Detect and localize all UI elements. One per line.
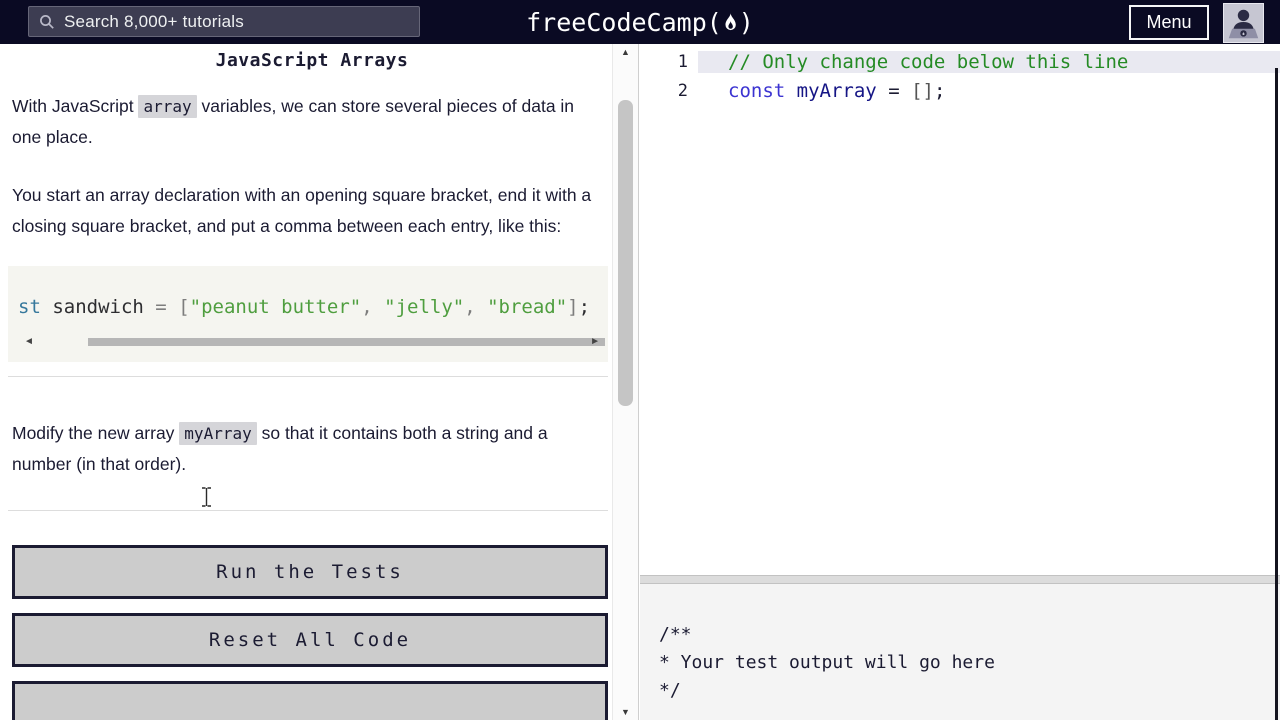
search-input[interactable]: Search 8,000+ tutorials	[28, 6, 420, 37]
flame-icon	[725, 11, 736, 30]
partially-visible-button[interactable]	[12, 681, 608, 720]
avatar[interactable]	[1223, 3, 1264, 43]
inline-code-array: array	[138, 95, 197, 118]
test-output-panel: /** * Your test output will go here */	[640, 584, 1280, 720]
search-placeholder: Search 8,000+ tutorials	[64, 11, 244, 31]
code-token: "jelly"	[384, 296, 465, 318]
lesson-content: JavaScript Arrays With JavaScript array …	[0, 44, 612, 720]
divider	[8, 510, 608, 511]
lesson-panel: JavaScript Arrays With JavaScript array …	[0, 44, 639, 720]
code-token: myArray	[796, 79, 877, 102]
menu-button[interactable]: Menu	[1129, 5, 1209, 40]
search-icon	[40, 14, 54, 29]
code-token: ,	[464, 296, 488, 318]
code-token: []	[911, 79, 934, 102]
code-token: [	[178, 296, 190, 318]
editor-line: 2 const myArray = [];	[640, 76, 1280, 105]
inline-code-myarray: myArray	[179, 422, 257, 445]
code-token: =	[888, 79, 900, 102]
code-token: "peanut butter"	[189, 296, 362, 318]
reset-code-button[interactable]: Reset All Code	[12, 613, 608, 667]
horizontal-scrollbar[interactable]: ◄ ►	[18, 336, 608, 348]
top-navbar: Search 8,000+ tutorials freeCodeCamp( ) …	[0, 0, 1280, 44]
horizontal-scrollbar-thumb[interactable]	[88, 338, 605, 346]
output-line: * Your test output will go here	[659, 652, 995, 673]
output-line: */	[659, 680, 681, 701]
editor-code-line: // Only change code below this line	[698, 50, 1280, 73]
lesson-paragraph-1: With JavaScript array variables, we can …	[12, 91, 604, 153]
run-tests-button[interactable]: Run the Tests	[12, 545, 608, 599]
code-token: ]	[567, 296, 579, 318]
code-token: const	[728, 79, 786, 102]
code-token: ,	[361, 296, 385, 318]
page-title: JavaScript Arrays	[215, 50, 409, 71]
scroll-left-arrow-icon[interactable]: ◄	[24, 336, 34, 348]
code-token: ;	[933, 79, 946, 102]
editor-panel: 1 // Only change code below this line 2 con…	[640, 44, 1280, 720]
code-token: // Only change code below this line	[728, 50, 1129, 73]
line-number: 2	[677, 80, 688, 101]
code-token: sandwich	[40, 296, 156, 318]
vertical-scrollbar[interactable]: ▲ ▼	[612, 44, 638, 720]
vertical-scrollbar-thumb[interactable]	[618, 100, 633, 406]
page-scrollbar[interactable]	[1275, 68, 1278, 720]
lesson-paragraph-2: You start an array declaration with an o…	[12, 185, 592, 236]
logo-text: freeCodeCamp(	[526, 7, 722, 37]
scroll-down-arrow-icon[interactable]: ▼	[613, 707, 638, 717]
example-code-block: st sandwich = ["peanut butter", "jelly",…	[8, 266, 608, 362]
avatar-camper-icon	[1228, 9, 1259, 39]
ibeam-cursor	[202, 487, 211, 507]
freecodecamp-logo[interactable]: freeCodeCamp( )	[526, 0, 754, 44]
code-token: ;	[578, 296, 591, 318]
lesson-paragraph-3: Modify the new array myArray so that it …	[12, 418, 604, 480]
code-token: st	[18, 296, 41, 318]
scroll-right-arrow-icon[interactable]: ►	[590, 336, 600, 348]
code-editor[interactable]: 1 // Only change code below this line 2 con…	[640, 44, 1280, 574]
example-code-line: st sandwich = ["peanut butter", "jelly",…	[18, 296, 608, 318]
logo-text-close: )	[738, 7, 754, 37]
paragraph-text: Modify the new array	[12, 423, 180, 443]
scroll-up-arrow-icon[interactable]: ▲	[613, 47, 638, 57]
panel-splitter[interactable]	[640, 575, 1280, 584]
editor-code-line: const myArray = [];	[698, 80, 1280, 102]
editor-line: 1 // Only change code below this line	[640, 47, 1280, 76]
divider	[8, 376, 608, 377]
paragraph-text: With JavaScript	[12, 96, 139, 116]
code-token: "bread"	[487, 296, 568, 318]
line-number: 1	[677, 51, 688, 72]
lesson-buttons: Run the Tests Reset All Code	[12, 545, 612, 720]
output-line: /**	[659, 624, 692, 645]
code-token: =	[155, 296, 167, 318]
